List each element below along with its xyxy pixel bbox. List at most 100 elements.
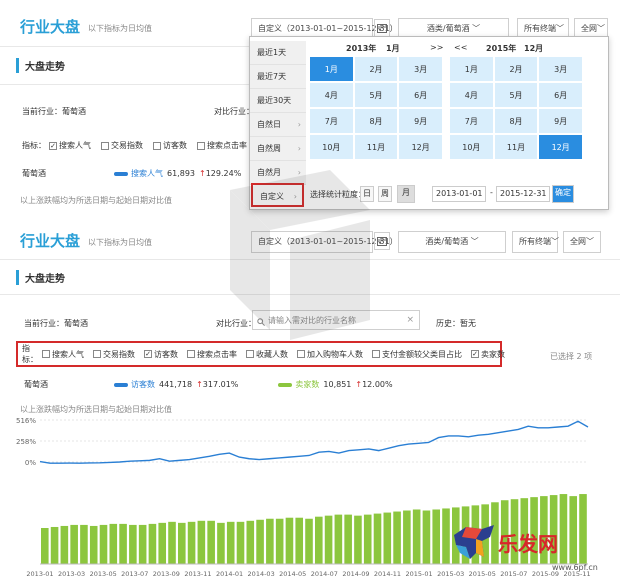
metric-option[interactable]: 访客数: [144, 349, 178, 360]
metric-option[interactable]: 收藏人数: [246, 349, 288, 360]
right-month-8[interactable]: 8月: [494, 109, 538, 133]
x-tick-label: 2013-07: [121, 570, 148, 578]
terminal-select-2[interactable]: 所有终端﹀: [512, 231, 559, 253]
checkbox[interactable]: [372, 350, 380, 358]
chevron-down-icon: ﹀: [470, 237, 479, 246]
metric-label: 收藏人数: [256, 349, 288, 359]
x-tick-label: 2013-09: [153, 570, 180, 578]
end-date-input[interactable]: 2015-12-31: [496, 186, 550, 202]
metric-trade-index[interactable]: 交易指数: [101, 140, 143, 151]
x-tick-label: 2014-11: [374, 570, 401, 578]
left-month-12[interactable]: 12月: [399, 135, 442, 159]
x-tick-label: 2013-03: [58, 570, 85, 578]
bar: [178, 522, 186, 564]
bar: [99, 524, 108, 564]
checkbox[interactable]: [144, 350, 152, 358]
metric-search-popularity[interactable]: 搜索人气: [49, 140, 91, 151]
left-month-6[interactable]: 6月: [399, 83, 442, 107]
checkbox[interactable]: [49, 141, 57, 150]
metric-option[interactable]: 加入购物车人数: [297, 349, 363, 360]
metric-label: 访客数: [163, 141, 187, 150]
up-arrow-icon: ↑: [355, 380, 363, 389]
chevron-right-icon: ›: [297, 120, 301, 129]
metric-option[interactable]: 搜索点击率: [187, 349, 237, 360]
left-month-4[interactable]: 4月: [310, 83, 353, 107]
metric-option[interactable]: 交易指数: [93, 349, 135, 360]
bar: [217, 522, 225, 564]
metric-visitors[interactable]: 访客数: [153, 140, 187, 151]
bar: [187, 521, 196, 564]
right-month-3[interactable]: 3月: [539, 57, 582, 81]
category-select-2[interactable]: 酒类/葡萄酒 ﹀: [398, 231, 506, 253]
date-dash: -: [490, 188, 493, 197]
bar: [148, 523, 157, 564]
metric-option[interactable]: 卖家数: [471, 349, 505, 360]
checkbox[interactable]: [101, 141, 109, 150]
bar: [422, 510, 431, 564]
quick-last-7-days[interactable]: 最近7天: [250, 65, 306, 89]
x-tick-label: 2013-11: [184, 570, 211, 578]
bar: [60, 525, 69, 564]
left-month-7[interactable]: 7月: [310, 109, 353, 133]
left-month-9[interactable]: 9月: [399, 109, 442, 133]
series-legend-2: 访客数 441,718 ↑ 317.01% 卖家数 10,851 ↑ 12.00%: [114, 379, 393, 390]
bar: [354, 515, 362, 564]
quick-last-1-day[interactable]: 最近1天: [250, 41, 306, 65]
calendar-icon[interactable]: [374, 19, 390, 37]
close-icon[interactable]: ×: [406, 315, 414, 325]
checkbox[interactable]: [153, 141, 161, 150]
checkbox[interactable]: [246, 350, 254, 358]
metric-label: 访客数: [154, 349, 178, 359]
right-month-12[interactable]: 12月: [539, 135, 582, 159]
bar: [256, 519, 264, 564]
metric-option[interactable]: 搜索人气: [42, 349, 84, 360]
bar: [158, 522, 167, 564]
legend-sellers-name: 卖家数: [295, 380, 320, 389]
left-year: 2013年: [346, 44, 377, 53]
checkbox[interactable]: [42, 350, 50, 358]
scope-select-2[interactable]: 全网﹀: [563, 231, 601, 253]
metric-option[interactable]: 支付金额较父类目占比: [372, 349, 462, 360]
compare-industry-label: 对比行业：: [214, 107, 254, 116]
quick-last-30-days[interactable]: 最近30天: [250, 89, 306, 113]
right-month-2[interactable]: 2月: [494, 57, 538, 81]
checkbox[interactable]: [187, 350, 195, 358]
legend-swatch-visitors: [114, 382, 128, 387]
right-year: 2015年: [486, 44, 517, 53]
note: 以上涨跌幅均为所选日期与起始日期对比值: [20, 196, 172, 205]
y-tick-label: 258%: [16, 438, 36, 446]
left-month-2[interactable]: 2月: [354, 57, 398, 81]
right-month-5[interactable]: 5月: [494, 83, 538, 107]
legend-swatch-sellers: [278, 382, 293, 387]
checkbox[interactable]: [297, 350, 305, 358]
confirm-button[interactable]: 确定: [552, 185, 574, 203]
bar: [41, 528, 49, 564]
right-month-7[interactable]: 7月: [450, 109, 493, 133]
x-tick-label: 2014-09: [342, 570, 369, 578]
right-month-6[interactable]: 6月: [539, 83, 582, 107]
checkbox[interactable]: [197, 141, 205, 150]
left-month-8[interactable]: 8月: [354, 109, 398, 133]
legend-sellers-value: 10,851: [323, 380, 352, 389]
page-title-2: 行业大盘: [20, 232, 81, 250]
checkbox[interactable]: [93, 350, 101, 358]
right-month-11[interactable]: 11月: [494, 135, 538, 159]
left-month-3[interactable]: 3月: [399, 57, 442, 81]
x-tick-label: 2015-05: [469, 570, 496, 578]
right-month-grid: 1月 2月 3月 4月 5月 6月 7月 8月 9月 10月 11月 12月: [450, 57, 582, 159]
left-month-1[interactable]: 1月: [310, 57, 353, 81]
right-month-10[interactable]: 10月: [450, 135, 493, 159]
history: 历史：暂无: [436, 318, 476, 329]
nav-prev[interactable]: <<: [454, 43, 467, 52]
chevron-down-icon: ﹀: [472, 24, 481, 33]
right-month-1[interactable]: 1月: [450, 57, 493, 81]
checkbox[interactable]: [471, 350, 479, 358]
quick-natural-day[interactable]: 自然日 ›: [250, 113, 306, 137]
right-month-9[interactable]: 9月: [539, 109, 582, 133]
left-month-5[interactable]: 5月: [354, 83, 398, 107]
page-subtitle: 以下指标为日均值: [88, 24, 152, 33]
nav-next[interactable]: >>: [430, 43, 443, 52]
right-month-4[interactable]: 4月: [450, 83, 493, 107]
bar: [334, 514, 343, 564]
start-date-input[interactable]: 2013-01-01: [432, 186, 486, 202]
